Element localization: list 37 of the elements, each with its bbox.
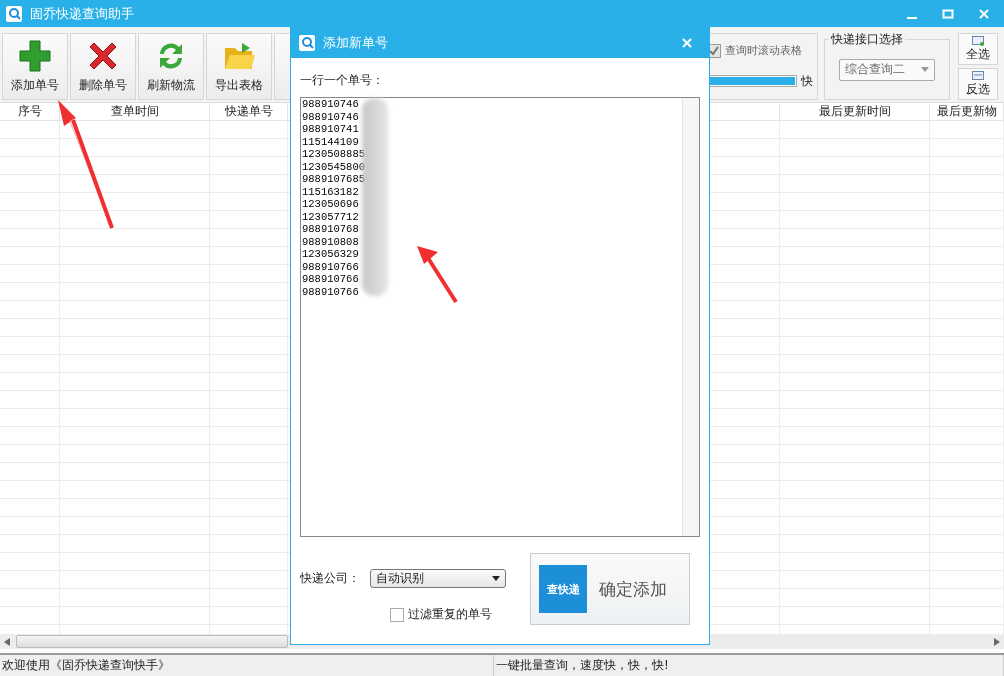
status-text: 欢迎使用《固乔快递查询快手》: [0, 655, 494, 676]
confirm-add-button[interactable]: 查快递 确定添加: [530, 553, 690, 625]
toolbar-button[interactable]: 导出表格: [206, 33, 272, 100]
company-label: 快递公司：: [300, 570, 360, 587]
app-logo: 查快递: [539, 565, 587, 613]
vertical-scrollbar[interactable]: [682, 98, 699, 536]
scroll-left-icon[interactable]: [4, 637, 10, 646]
plus-icon: [18, 39, 52, 73]
tracking-number-field[interactable]: 988910746 988910746 988910741 115144109 1230508885 1230545800 9889107685 115163182 123050696 123057712 988910768 988910808 123056329 988910766 988910766 988910766: [300, 97, 700, 537]
interface-select[interactable]: 综合查询二: [839, 58, 935, 81]
field-label: 一行一个单号：: [300, 72, 385, 89]
column-header[interactable]: 最后更新物: [930, 103, 1004, 120]
toolbar-button[interactable]: 刷新物流: [138, 33, 204, 100]
checkbox-label: 查询时滚动表格: [725, 43, 802, 59]
table-icon: [972, 35, 984, 46]
arrow-annotation: [417, 246, 458, 304]
dropdown-arrow-icon: [921, 67, 929, 72]
toolbar-button[interactable]: 删除单号: [70, 33, 136, 100]
company-select[interactable]: 自动识别: [370, 569, 506, 588]
status-text: 一键批量查询，速度快，快，快!: [494, 655, 1004, 676]
scroll-thumb[interactable]: [16, 635, 288, 648]
group-title: 快递接口选择: [829, 31, 905, 48]
app-logo-icon: [6, 5, 22, 22]
column-header[interactable]: 最后更新时间: [780, 103, 930, 120]
invert-selection-button[interactable]: 反选: [958, 68, 998, 100]
app-logo-icon: [299, 35, 315, 51]
scroll-right-icon[interactable]: [994, 637, 1000, 646]
window-title: 固乔快递查询助手: [30, 4, 135, 23]
dialog-title: 添加新单号: [323, 34, 389, 52]
table-icon: [972, 70, 984, 81]
dropdown-arrow-icon: [492, 576, 500, 581]
checkbox-label: 过滤重复的单号: [408, 606, 492, 623]
select-all-button[interactable]: 全选: [958, 33, 998, 65]
column-header[interactable]: 快递单号: [210, 103, 288, 120]
speed-label: 快: [801, 72, 813, 90]
toolbar-button[interactable]: 添加单号: [2, 33, 68, 100]
filter-checkbox[interactable]: [390, 607, 404, 622]
